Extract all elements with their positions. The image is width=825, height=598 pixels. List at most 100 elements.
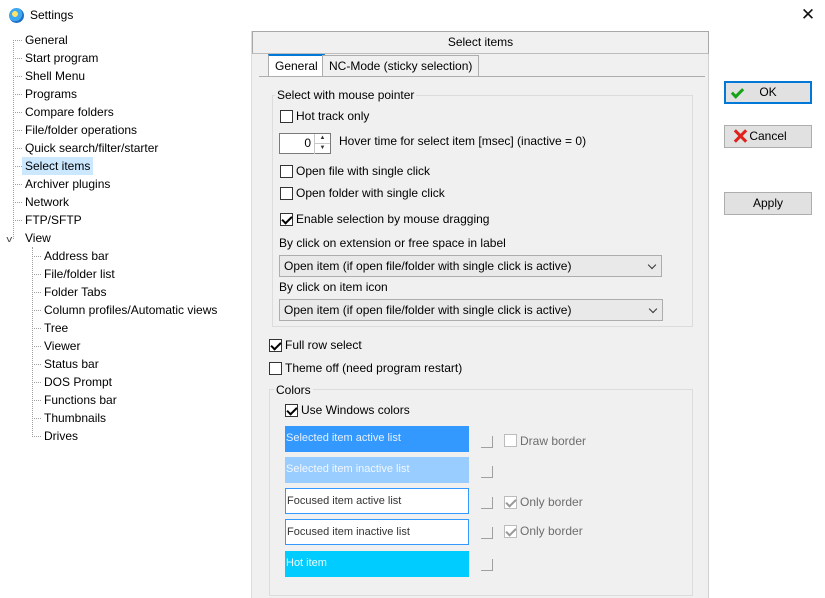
swatch-selected-active[interactable]: Selected item active list	[285, 426, 469, 452]
chevron-down-icon	[648, 304, 658, 314]
click-icon-dropdown[interactable]: Open item (if open file/folder with sing…	[279, 299, 663, 321]
hover-time-value: 0	[304, 136, 311, 150]
open-folder-single-click-checkbox[interactable]	[280, 187, 293, 200]
spin-up-icon[interactable]: ▲	[314, 134, 330, 144]
tree-item-ftp-sftp[interactable]: FTP/SFTP	[22, 211, 85, 229]
ok-button[interactable]: OK	[724, 81, 812, 104]
only-border-checkbox-2[interactable]	[504, 525, 517, 538]
click-icon-label: By click on item icon	[279, 280, 388, 294]
tree-guide	[32, 364, 41, 365]
tree-item-status-bar[interactable]: Status bar	[41, 355, 102, 373]
tab-divider	[259, 76, 705, 77]
only-border-label-2: Only border	[520, 524, 583, 538]
chevron-down-icon[interactable]: v	[6, 234, 12, 244]
tree-guide	[13, 220, 22, 221]
color-picker-button[interactable]	[481, 559, 493, 571]
tree-item-select-items[interactable]: Select items	[22, 157, 94, 175]
title-bar: Settings ✕	[0, 0, 825, 31]
enable-drag-selection-label: Enable selection by mouse dragging	[296, 212, 490, 226]
tree-guide	[13, 94, 22, 95]
tree-item-viewer[interactable]: Viewer	[41, 337, 83, 355]
colors-group-title: Colors	[274, 383, 313, 397]
tree-item-view[interactable]: View	[22, 229, 54, 247]
tree-item-file-folder-list[interactable]: File/folder list	[41, 265, 118, 283]
spin-down-icon[interactable]: ▼	[314, 144, 330, 154]
tab-nc-mode[interactable]: NC-Mode (sticky selection)	[322, 55, 480, 77]
swatch-focused-active[interactable]: Focused item active list	[285, 488, 469, 514]
tree-guide	[13, 166, 22, 167]
tree-item-thumbnails[interactable]: Thumbnails	[41, 409, 109, 427]
draw-border-label: Draw border	[520, 434, 587, 448]
only-border-label-1: Only border	[520, 495, 583, 509]
hover-time-label: Hover time for select item [msec] (inact…	[339, 134, 587, 148]
checkmark-icon	[730, 85, 745, 99]
tab-general[interactable]: General	[268, 54, 325, 77]
cancel-button[interactable]: Cancel	[724, 125, 812, 148]
tree-item-dos-prompt[interactable]: DOS Prompt	[41, 373, 115, 391]
tree-guide	[32, 256, 41, 257]
swatch-focused-inactive[interactable]: Focused item inactive list	[285, 519, 469, 545]
hover-time-spinner[interactable]: 0 ▲ ▼	[279, 133, 331, 154]
color-picker-button[interactable]	[481, 436, 493, 448]
tree-item-file-folder-operations[interactable]: File/folder operations	[22, 121, 140, 139]
color-picker-button[interactable]	[481, 527, 493, 539]
tree-item-compare-folders[interactable]: Compare folders	[22, 103, 117, 121]
tree-item-general[interactable]: General	[22, 31, 71, 49]
tree-guide	[13, 40, 14, 239]
tree-item-start-program[interactable]: Start program	[22, 49, 101, 67]
open-file-single-click-checkbox[interactable]	[280, 165, 293, 178]
tree-guide	[13, 202, 22, 203]
hot-track-checkbox[interactable]	[280, 110, 293, 123]
tree-guide	[32, 418, 41, 419]
tree-guide	[13, 130, 22, 131]
cross-icon	[733, 129, 747, 143]
app-icon	[9, 8, 24, 23]
window-title: Settings	[30, 8, 74, 22]
tree-item-network[interactable]: Network	[22, 193, 72, 211]
tree-guide	[13, 148, 22, 149]
full-row-select-checkbox[interactable]	[269, 339, 282, 352]
color-picker-button[interactable]	[481, 497, 493, 509]
close-button[interactable]: ✕	[791, 0, 825, 31]
theme-off-checkbox[interactable]	[269, 362, 282, 375]
only-border-checkbox-1[interactable]	[504, 496, 517, 509]
click-icon-value: Open item (if open file/folder with sing…	[284, 303, 572, 317]
tree-item-quick-search[interactable]: Quick search/filter/starter	[22, 139, 161, 157]
tree-item-functions-bar[interactable]: Functions bar	[41, 391, 120, 409]
tree-item-programs[interactable]: Programs	[22, 85, 80, 103]
tree-guide	[32, 400, 41, 401]
click-extension-label: By click on extension or free space in l…	[279, 236, 506, 250]
tree-item-address-bar[interactable]: Address bar	[41, 247, 112, 265]
tree-guide	[32, 382, 41, 383]
tree-item-shell-menu[interactable]: Shell Menu	[22, 67, 88, 85]
open-folder-single-click-label: Open folder with single click	[296, 186, 445, 200]
swatch-selected-inactive[interactable]: Selected item inactive list	[285, 457, 469, 483]
hot-track-label: Hot track only	[296, 109, 370, 123]
use-windows-colors-label: Use Windows colors	[301, 403, 410, 417]
theme-off-label: Theme off (need program restart)	[285, 361, 463, 375]
tree-item-tree[interactable]: Tree	[41, 319, 71, 337]
tree-item-archiver-plugins[interactable]: Archiver plugins	[22, 175, 113, 193]
tree-item-drives[interactable]: Drives	[41, 427, 81, 445]
ok-button-label: OK	[759, 85, 777, 99]
panel-header: Select items	[252, 31, 709, 54]
tree-guide	[32, 247, 33, 437]
enable-drag-selection-checkbox[interactable]	[280, 213, 293, 226]
chevron-down-icon	[647, 260, 657, 270]
color-picker-button[interactable]	[481, 466, 493, 478]
draw-border-checkbox[interactable]	[504, 434, 517, 447]
tree-guide	[13, 76, 22, 77]
apply-button[interactable]: Apply	[724, 192, 812, 215]
tree-guide	[32, 346, 41, 347]
settings-panel: Select items General NC-Mode (sticky sel…	[251, 31, 709, 598]
click-extension-value: Open item (if open file/folder with sing…	[284, 259, 572, 273]
mouse-pointer-group-title: Select with mouse pointer	[275, 88, 417, 102]
settings-tree[interactable]: General Start program Shell Menu Program…	[0, 31, 250, 598]
tree-item-column-profiles[interactable]: Column profiles/Automatic views	[41, 301, 220, 319]
tree-item-folder-tabs[interactable]: Folder Tabs	[41, 283, 109, 301]
click-extension-dropdown[interactable]: Open item (if open file/folder with sing…	[279, 255, 662, 277]
swatch-hot-item[interactable]: Hot item	[285, 551, 469, 577]
tree-guide	[32, 274, 41, 275]
use-windows-colors-checkbox[interactable]	[285, 404, 298, 417]
tree-guide	[32, 292, 41, 293]
